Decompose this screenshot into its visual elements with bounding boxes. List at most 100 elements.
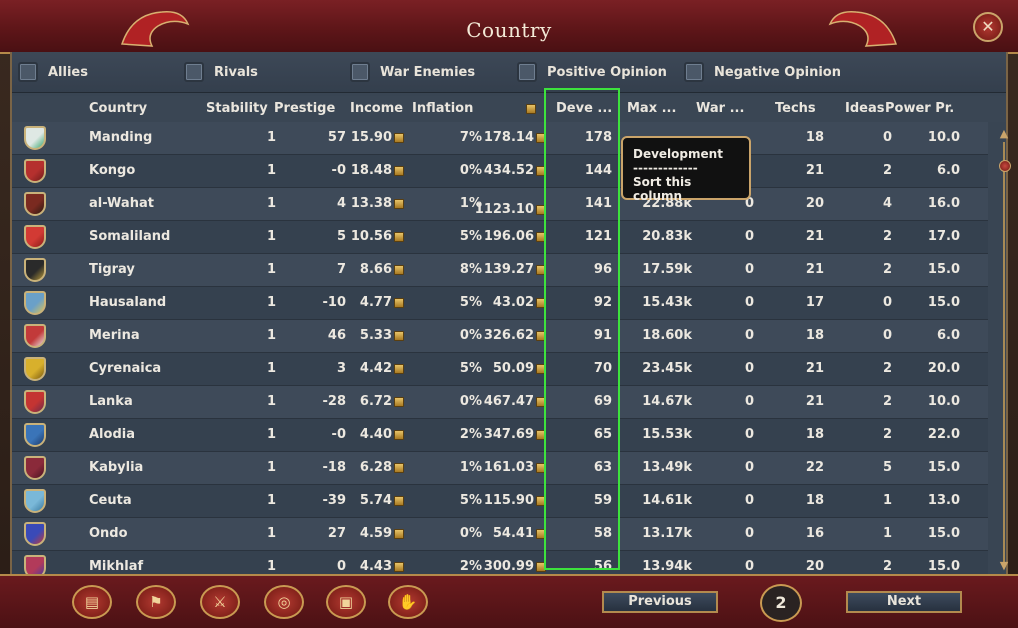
- ledger-tab-button[interactable]: ▤: [72, 585, 112, 619]
- column-treasury[interactable]: [524, 101, 536, 116]
- table-row[interactable]: Alodia 1 -0 4.40 2% 347.69 65 15.53k 0 18 2 22.0: [12, 419, 988, 452]
- country-shield-icon[interactable]: [24, 126, 46, 150]
- income-cell: 5.74: [360, 493, 404, 508]
- income-cell-value: 4.40: [359, 427, 392, 442]
- max-manpower-cell-value: 13.17k: [642, 526, 692, 541]
- column-power-projection[interactable]: Power Pr.: [885, 101, 954, 116]
- table-row[interactable]: Kongo 1 -0 18.48 0% 434.52 144 21 2 6.0: [12, 155, 988, 188]
- country-name[interactable]: Hausaland: [89, 295, 166, 310]
- income-cell-value: 6.28: [359, 460, 392, 475]
- filter-positive-opinion[interactable]: Positive Opinion: [517, 60, 667, 84]
- country-name[interactable]: Alodia: [89, 427, 135, 442]
- next-button[interactable]: Next: [846, 591, 962, 613]
- table-row[interactable]: Merina 1 46 5.33 0% 326.62 91 18.60k 0 18 0 6.0: [12, 320, 988, 353]
- country-name[interactable]: Ondo: [89, 526, 128, 541]
- scroll-up-icon[interactable]: ▲: [998, 128, 1010, 140]
- stability-cell: 1: [267, 229, 276, 244]
- country-name[interactable]: Merina: [89, 328, 140, 343]
- country-shield-icon[interactable]: [24, 456, 46, 480]
- ideas-cell-value: 5: [882, 460, 892, 475]
- inflation-cell: 8%: [460, 262, 482, 277]
- country-name[interactable]: Somaliland: [89, 229, 170, 244]
- country-shield-icon[interactable]: [24, 357, 46, 381]
- country-name[interactable]: al-Wahat: [89, 196, 154, 211]
- allies-checkbox[interactable]: [18, 62, 38, 82]
- country-shield-icon[interactable]: [24, 258, 46, 282]
- table-header: Country Stability Prestige Income Inflat…: [12, 96, 1006, 122]
- column-inflation[interactable]: Inflation: [412, 101, 473, 116]
- max-manpower-cell-value: 20.83k: [642, 229, 692, 244]
- table-row[interactable]: Hausaland 1 -10 4.77 5% 43.02 92 15.43k 0 17 0 15.0: [12, 287, 988, 320]
- country-shield-icon[interactable]: [24, 159, 46, 183]
- inflation-cell-value: 8%: [459, 262, 482, 277]
- country-name[interactable]: Kabylia: [89, 460, 143, 475]
- column-income[interactable]: Income: [350, 101, 403, 116]
- filter-negative-opinion[interactable]: Negative Opinion: [684, 60, 841, 84]
- column-techs[interactable]: Techs: [775, 101, 816, 116]
- table-row[interactable]: Somaliland 1 5 10.56 5% 196.06 121 20.83k 0 21 2 17…: [12, 221, 988, 254]
- previous-button[interactable]: Previous: [602, 591, 718, 613]
- close-icon[interactable]: ✕: [973, 12, 1003, 42]
- war-enemies-checkbox[interactable]: [350, 62, 370, 82]
- country-shield-icon[interactable]: [24, 390, 46, 414]
- country-shield-icon[interactable]: [24, 324, 46, 348]
- filter-label: Allies: [48, 64, 88, 80]
- country-name[interactable]: Cyrenaica: [89, 361, 161, 376]
- column-development[interactable]: Deve ...: [556, 101, 612, 116]
- filter-rivals[interactable]: Rivals: [184, 60, 258, 84]
- trade-tab-button[interactable]: ▣: [326, 585, 366, 619]
- table-row[interactable]: Manding 1 57 15.90 7% 178.14 178 18 0 10.0: [12, 122, 988, 155]
- inflation-cell: 0%: [460, 328, 482, 343]
- table-row[interactable]: Tigray 1 7 8.66 8% 139.27 96 17.59k 0 21 2 15.0: [12, 254, 988, 287]
- country-shield-icon[interactable]: [24, 423, 46, 447]
- table-row[interactable]: Cyrenaica 1 3 4.42 5% 50.09 70 23.45k 0 21 2 20.0: [12, 353, 988, 386]
- country-shield-icon[interactable]: [24, 489, 46, 513]
- techs-cell-value: 21: [805, 394, 824, 409]
- treasury-cell: 300.99: [484, 559, 546, 574]
- country-shield-icon[interactable]: [24, 192, 46, 216]
- positive-opinion-checkbox[interactable]: [517, 62, 537, 82]
- economy-tab-button[interactable]: ◎: [264, 585, 304, 619]
- table-row[interactable]: Ceuta 1 -39 5.74 5% 115.90 59 14.61k 0 18 1 13.0: [12, 485, 988, 518]
- country-shield-icon[interactable]: [24, 291, 46, 315]
- filter-allies[interactable]: Allies: [18, 60, 88, 84]
- scroll-thumb[interactable]: [999, 160, 1011, 172]
- power-projection-cell-value: 22.0: [927, 427, 960, 442]
- table-row[interactable]: Ondo 1 27 4.59 0% 54.41 58 13.17k 0 16 1 15.0: [12, 518, 988, 551]
- inflation-cell: 0%: [460, 526, 482, 541]
- filter-war-enemies[interactable]: War Enemies: [350, 60, 475, 84]
- country-name[interactable]: Lanka: [89, 394, 133, 409]
- column-country[interactable]: Country: [89, 101, 147, 116]
- techs-cell: 21: [806, 361, 824, 376]
- income-cell-value: 18.48: [350, 163, 392, 178]
- country-name[interactable]: Mikhlaf: [89, 559, 143, 574]
- column-max-manpower[interactable]: Max ...: [627, 101, 676, 116]
- negative-opinion-checkbox[interactable]: [684, 62, 704, 82]
- scrollbar[interactable]: ▲ ▼: [998, 128, 1011, 574]
- country-shield-icon[interactable]: [24, 522, 46, 546]
- scroll-down-icon[interactable]: ▼: [998, 560, 1010, 572]
- column-ideas[interactable]: Ideas: [845, 101, 884, 116]
- country-name[interactable]: Tigray: [89, 262, 135, 277]
- country-name[interactable]: Ceuta: [89, 493, 132, 508]
- development-cell: 63: [594, 460, 612, 475]
- column-war[interactable]: War ...: [696, 101, 744, 116]
- flag-tab-button[interactable]: ⚑: [136, 585, 176, 619]
- techs-cell-value: 21: [805, 163, 824, 178]
- rivals-checkbox[interactable]: [184, 62, 204, 82]
- development-cell-value: 70: [593, 361, 612, 376]
- military-tab-button[interactable]: ⚔: [200, 585, 240, 619]
- table-row[interactable]: Lanka 1 -28 6.72 0% 467.47 69 14.67k 0 21 2 10.0: [12, 386, 988, 419]
- development-cell: 58: [594, 526, 612, 541]
- country-name[interactable]: Manding: [89, 130, 152, 145]
- diplomacy-tab-button[interactable]: ✋: [388, 585, 428, 619]
- development-cell-value: 96: [593, 262, 612, 277]
- country-shield-icon[interactable]: [24, 225, 46, 249]
- treasury-cell-value: 1123.10: [474, 202, 534, 217]
- column-prestige[interactable]: Prestige: [274, 101, 335, 116]
- table-row[interactable]: Kabylia 1 -18 6.28 1% 161.03 63 13.49k 0 22 5 15.0: [12, 452, 988, 485]
- war-cell: 0: [745, 229, 754, 244]
- table-row[interactable]: al-Wahat 1 4 13.38 1% 1123.10 141 22.88k 0 20 4 16.…: [12, 188, 988, 221]
- country-name[interactable]: Kongo: [89, 163, 135, 178]
- column-stability[interactable]: Stability: [206, 101, 268, 116]
